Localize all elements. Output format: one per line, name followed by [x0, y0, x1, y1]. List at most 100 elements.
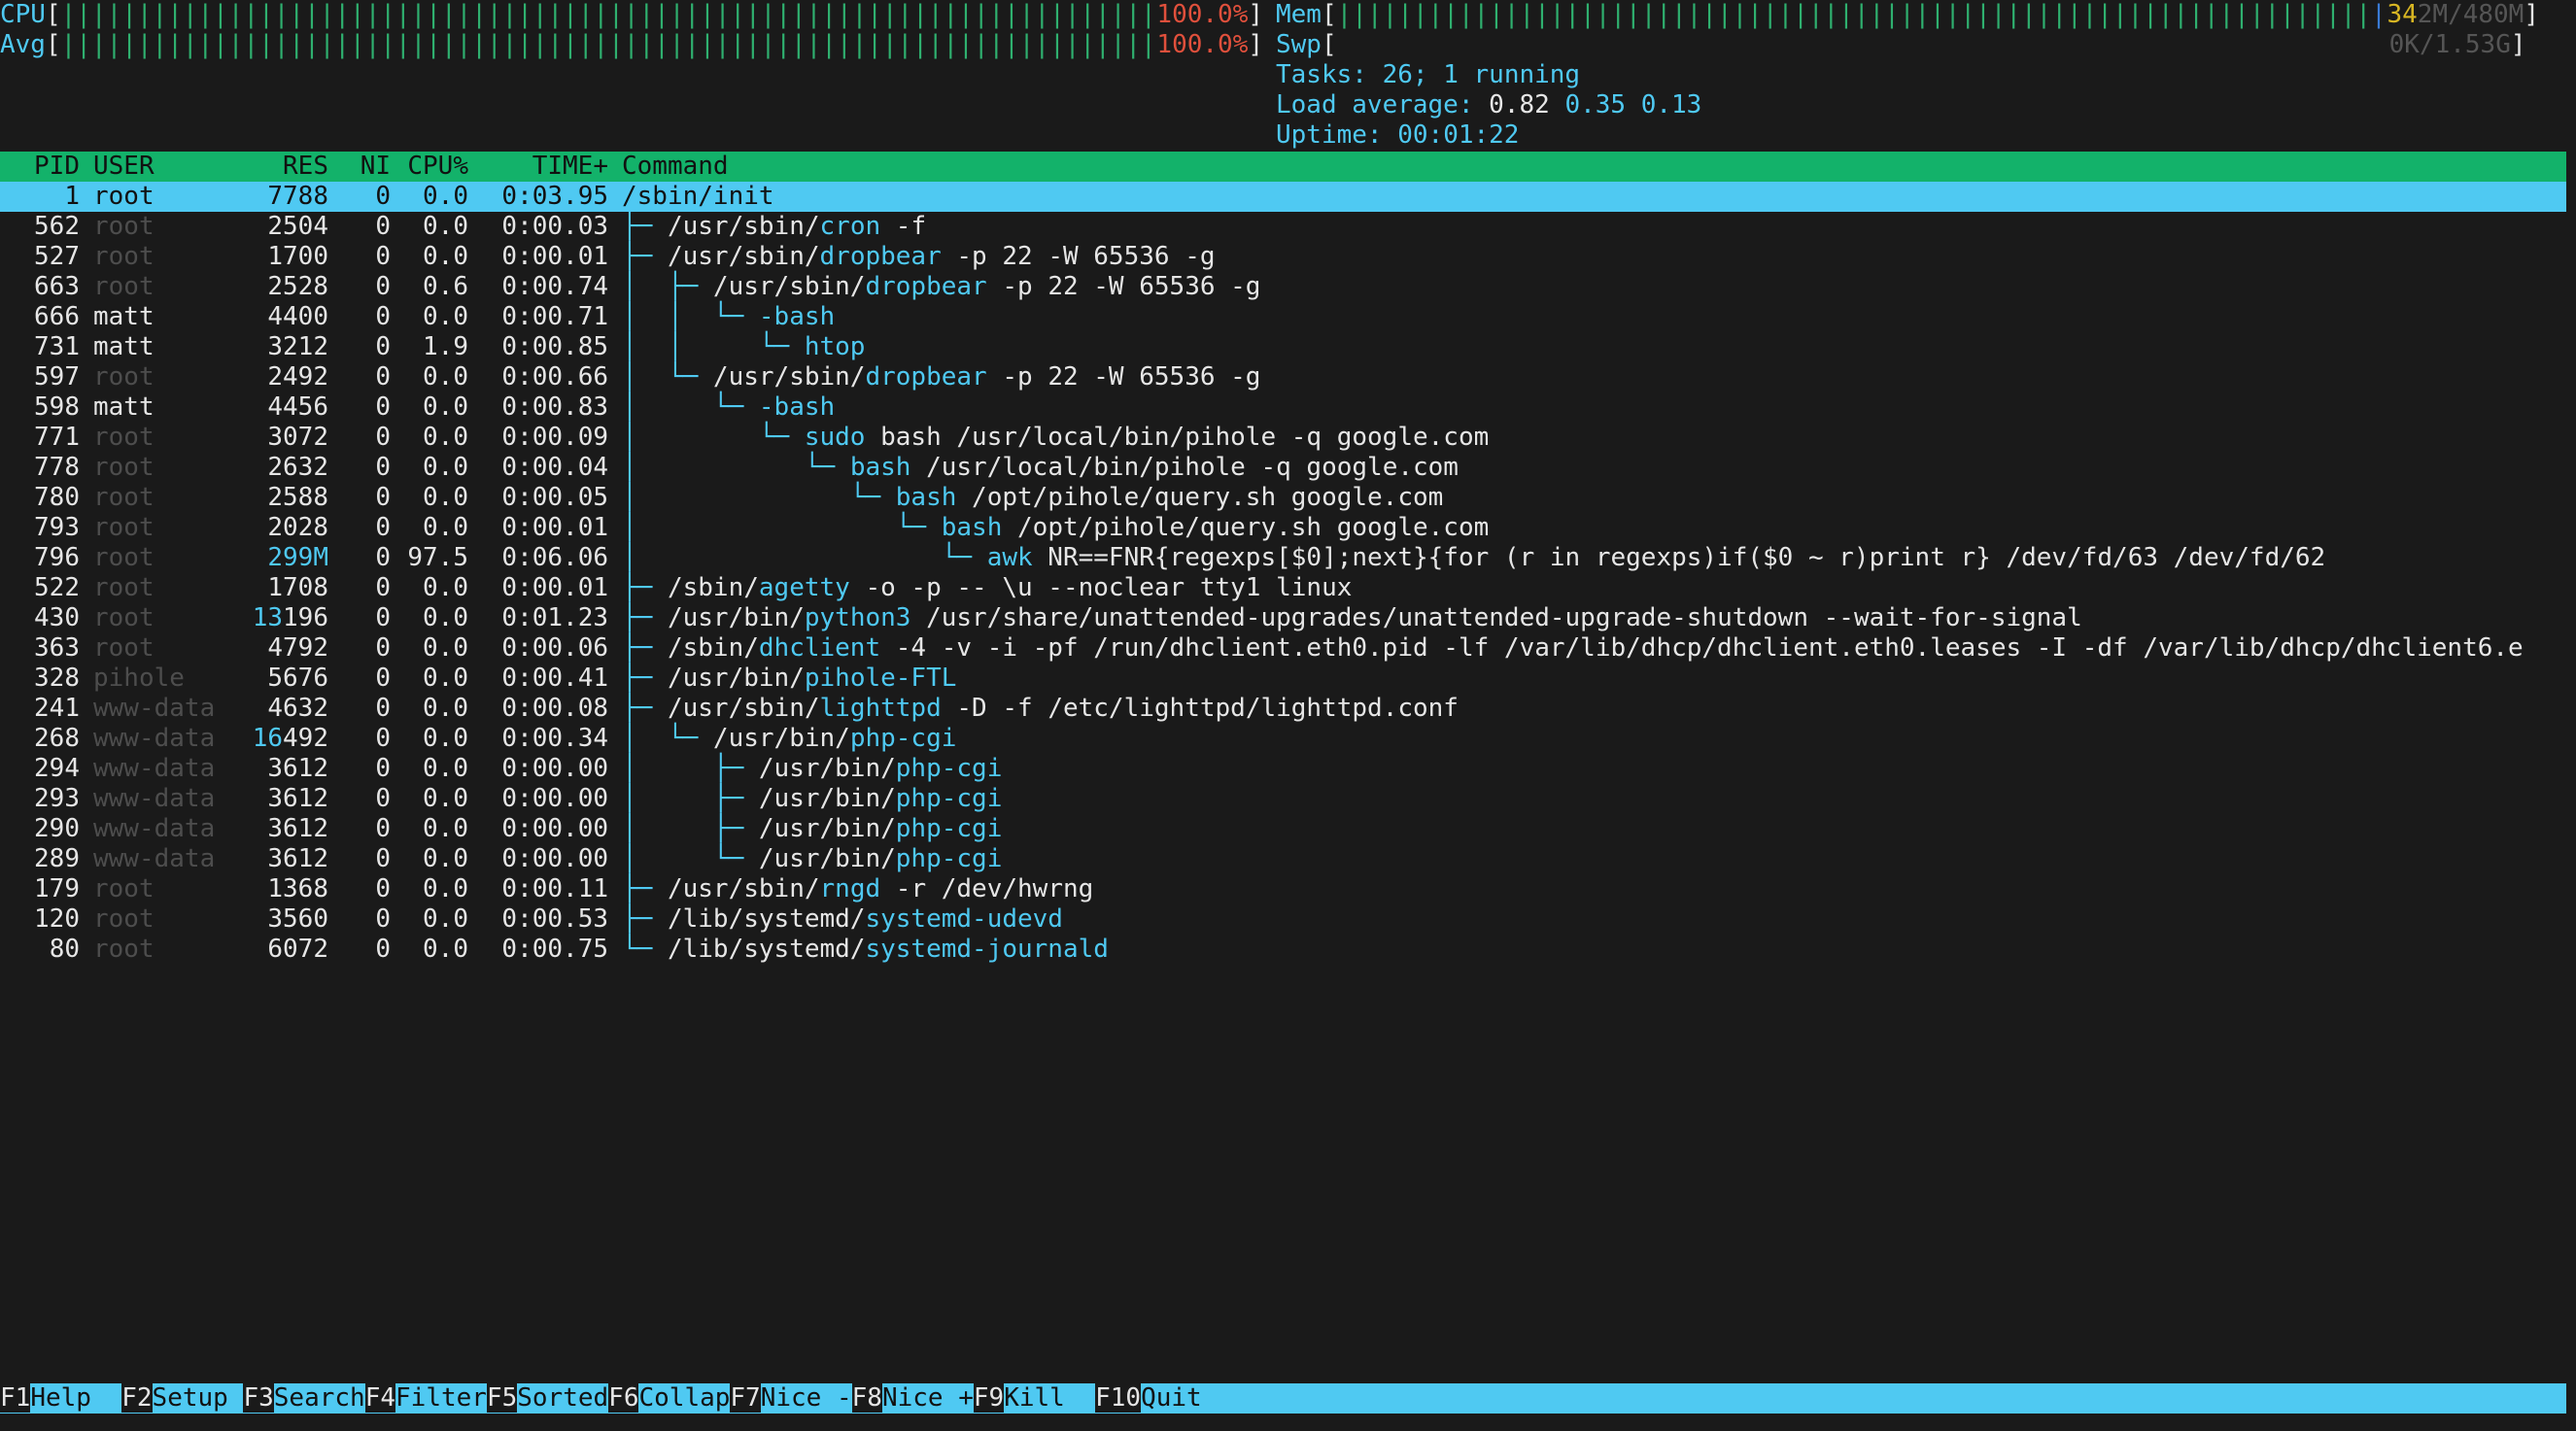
process-table-header[interactable]: PID USER RES NI CPU% TIME+ Command — [0, 152, 2566, 182]
pid-cell: 268 — [34, 724, 80, 753]
fkey-f6[interactable]: F6Collap — [608, 1383, 730, 1414]
tree-branch: │ └─ — [622, 362, 713, 392]
command-basename: sudo — [804, 423, 866, 452]
col-time[interactable]: TIME+ — [498, 152, 608, 182]
res-high: 299M — [267, 543, 328, 572]
process-row[interactable]: 328 pihole 5676 0 0.0 0:00.41 ├─ /usr/bin/piho… — [0, 664, 2566, 694]
fkey-action: Filter — [395, 1383, 487, 1413]
process-row[interactable]: 598 matt 4456 0 0.0 0:00.83 │ └─ -bash — [0, 392, 2566, 423]
load-label: Load average: — [1276, 90, 1474, 119]
res-cell: 7788 — [223, 182, 328, 212]
process-row[interactable]: 241 www-data 4632 0 0.0 0:00.08 ├─ /usr/sbin/l… — [0, 694, 2566, 724]
command-cell: ├─ /sbin/dhclient -4 -v -i -pf /run/dhcl… — [622, 633, 2524, 664]
process-row[interactable]: 771 root 3072 0 0.0 0:00.09 │ └─ sudo bash /us… — [0, 423, 2566, 453]
ni-cell: 0 — [375, 182, 391, 211]
command-basename: bash — [941, 513, 1003, 542]
cpu-cell: 0.0 — [423, 362, 468, 392]
fkey-f10[interactable]: F10Quit — [1095, 1383, 1232, 1414]
res-cell: 2528 — [223, 272, 328, 302]
cpu-cell: 0.0 — [423, 874, 468, 903]
process-row[interactable]: 796 root 299M 0 97.5 0:06.06 │ └─ awk NR==FNR{… — [0, 543, 2566, 573]
process-row[interactable]: 289 www-data 3612 0 0.0 0:00.00 │ └─ /usr/bin/… — [0, 844, 2566, 874]
user-cell: www-data — [93, 754, 216, 783]
tree-branch: │ └─ — [622, 453, 850, 482]
tree-branch: ├─ — [622, 694, 668, 723]
fkey-f2[interactable]: F2Setup — [121, 1383, 243, 1414]
command-args: -p 22 -W 65536 -g — [986, 362, 1261, 392]
ni-cell: 0 — [375, 242, 391, 271]
fkey-f8[interactable]: F8Nice + — [851, 1383, 974, 1414]
fkey-label: F4 — [364, 1383, 396, 1413]
res-low: 3612 — [267, 784, 328, 813]
ni-cell: 0 — [375, 814, 391, 843]
process-row[interactable]: 562 root 2504 0 0.0 0:00.03 ├─ /usr/sbin/cron … — [0, 212, 2566, 242]
res-low: 1368 — [267, 874, 328, 903]
pid-cell: 663 — [34, 272, 80, 301]
fkey-f5[interactable]: F5Sorted — [486, 1383, 608, 1414]
fkey-f7[interactable]: F7Nice - — [730, 1383, 852, 1414]
command-basename: awk — [986, 543, 1033, 572]
process-row[interactable]: 527 root 1700 0 0.0 0:00.01 ├─ /usr/sbin/dropb… — [0, 242, 2566, 272]
process-row[interactable]: 793 root 2028 0 0.0 0:00.01 │ └─ bash /opt/pih… — [0, 513, 2566, 543]
res-cell: 16492 — [223, 724, 328, 754]
cpu-cell: 0.0 — [423, 904, 468, 934]
col-cpu[interactable]: CPU% — [400, 152, 468, 182]
col-ni[interactable]: NI — [345, 152, 391, 182]
time-cell: 0:00.00 — [501, 844, 608, 873]
col-res[interactable]: RES — [223, 152, 328, 182]
user-cell: root — [93, 904, 155, 934]
process-row[interactable]: 663 root 2528 0 0.6 0:00.74 │ ├─ /usr/sbin/dro… — [0, 272, 2566, 302]
user-cell: root — [93, 543, 155, 572]
command-cell: │ └─ awk NR==FNR{regexps[$0];next}{for (… — [622, 543, 2325, 573]
cpu-bar-green: ||||||||||||||||||||||||||||||||||||||||… — [60, 0, 1156, 29]
time-cell: 0:00.85 — [501, 332, 608, 361]
tree-branch: ├─ — [622, 904, 668, 934]
command-path: /usr/sbin/ — [667, 212, 820, 241]
fkey-label: F2 — [121, 1383, 153, 1413]
process-row[interactable]: 294 www-data 3612 0 0.0 0:00.00 │ ├─ /usr/bin/… — [0, 754, 2566, 784]
cpu-cell: 0.0 — [423, 573, 468, 602]
user-cell: root — [93, 483, 155, 512]
process-row[interactable]: 293 www-data 3612 0 0.0 0:00.00 │ ├─ /usr/bin/… — [0, 784, 2566, 814]
tree-branch: │ ├─ — [622, 754, 759, 783]
process-row[interactable]: 731 matt 3212 0 1.9 0:00.85 │ │ └─ htop — [0, 332, 2566, 362]
res-cell: 2588 — [223, 483, 328, 513]
fkey-f9[interactable]: F9Kill — [973, 1383, 1095, 1414]
user-cell: pihole — [93, 664, 185, 693]
fkey-f4[interactable]: F4Filter — [364, 1383, 487, 1414]
process-row[interactable]: 780 root 2588 0 0.0 0:00.05 │ └─ bash /opt/pih… — [0, 483, 2566, 513]
command-basename: systemd-journald — [865, 935, 1109, 964]
col-command[interactable]: Command — [622, 152, 729, 182]
res-low: 2528 — [267, 272, 328, 301]
cpu-percent: 100.0% — [1156, 0, 1249, 29]
time-cell: 0:00.09 — [501, 423, 608, 452]
process-row[interactable]: 363 root 4792 0 0.0 0:00.06 ├─ /sbin/dhclient … — [0, 633, 2566, 664]
ni-cell: 0 — [375, 784, 391, 813]
fkey-f3[interactable]: F3Search — [243, 1383, 365, 1414]
command-basename: rngd — [819, 874, 881, 903]
fkey-action: Quit — [1141, 1383, 1232, 1413]
command-cell: │ │ └─ htop — [622, 332, 865, 362]
process-row[interactable]: 1 root 7788 0 0.0 0:03.95/sbin/init — [0, 182, 2566, 212]
swp-meter: Swp[0K/1.53G] — [1276, 30, 2526, 59]
process-row[interactable]: 179 root 1368 0 0.0 0:00.11 ├─ /usr/sbin/rngd … — [0, 874, 2566, 904]
process-row[interactable]: 120 root 3560 0 0.0 0:00.53 ├─ /lib/systemd/sy… — [0, 904, 2566, 935]
process-row[interactable]: 666 matt 4400 0 0.0 0:00.71 │ │ └─ -bash — [0, 302, 2566, 332]
col-pid[interactable]: PID — [0, 152, 80, 182]
process-row[interactable]: 597 root 2492 0 0.0 0:00.66 │ └─ /usr/sbin/dro… — [0, 362, 2566, 392]
process-row[interactable]: 778 root 2632 0 0.0 0:00.04 │ └─ bash /usr/loc… — [0, 453, 2566, 483]
process-row[interactable]: 290 www-data 3612 0 0.0 0:00.00 │ ├─ /usr/bin/… — [0, 814, 2566, 844]
tree-branch: │ ├─ — [622, 814, 759, 843]
res-cell: 3560 — [223, 904, 328, 935]
process-row[interactable]: 80 root 6072 0 0.0 0:00.75 └─ /lib/systemd/sys… — [0, 935, 2566, 965]
ni-cell: 0 — [375, 362, 391, 392]
fkey-action: Collap — [638, 1383, 731, 1413]
process-row[interactable]: 268 www-data 16492 0 0.0 0:00.34 │ └─ /usr/bin… — [0, 724, 2566, 754]
fkey-f1[interactable]: F1Help — [0, 1383, 121, 1414]
col-user[interactable]: USER — [93, 152, 155, 182]
process-row[interactable]: 522 root 1708 0 0.0 0:00.01 ├─ /sbin/agetty -o… — [0, 573, 2566, 603]
load-5: 0.35 — [1564, 90, 1627, 119]
process-row[interactable]: 430 root 13196 0 0.0 0:01.23 ├─ /usr/bin/pytho… — [0, 603, 2566, 633]
cpu-cell: 0.0 — [423, 633, 468, 663]
res-low: 7788 — [267, 182, 328, 211]
